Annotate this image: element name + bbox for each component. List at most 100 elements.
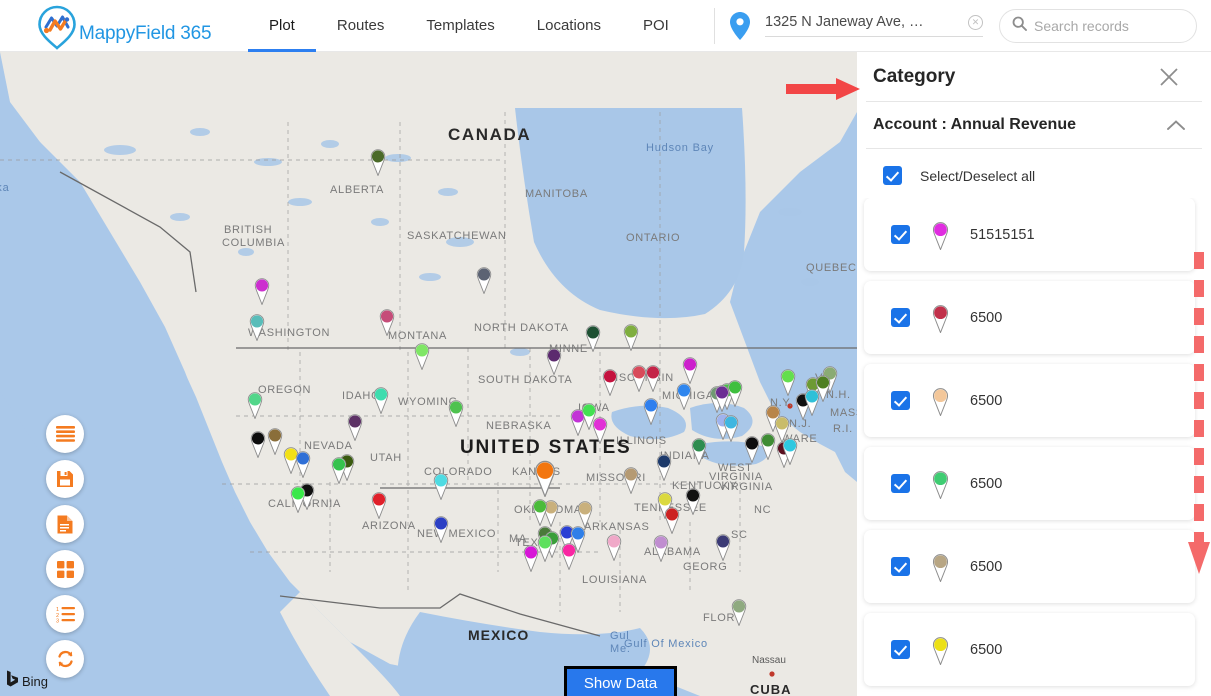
page-title: Category xyxy=(873,65,956,87)
map-pin[interactable] xyxy=(529,497,551,527)
map-pin[interactable] xyxy=(653,452,675,482)
map-pin[interactable] xyxy=(411,341,433,371)
category-list-item[interactable]: 6500 xyxy=(864,281,1195,354)
mappyfield-app: MappyField 365 Plot Routes Templates Loc… xyxy=(0,0,1211,696)
map-pin[interactable] xyxy=(344,412,366,442)
map-pin[interactable] xyxy=(620,322,642,352)
category-pin-icon xyxy=(929,220,952,251)
map-pin[interactable] xyxy=(430,471,452,501)
map-pin[interactable] xyxy=(679,355,701,385)
map-pin[interactable] xyxy=(328,455,350,485)
category-list[interactable]: 51515151 6500 6500 6500 6500 6500 xyxy=(857,198,1211,696)
map-pin[interactable] xyxy=(642,363,664,393)
nav-item-templates[interactable]: Templates xyxy=(405,0,515,52)
map-canvas[interactable]: ska CANADA Hudson Bay ALBERTA MANITOBA S… xyxy=(0,52,857,696)
grid-icon[interactable] xyxy=(46,550,84,588)
category-item-checkbox[interactable] xyxy=(891,225,910,244)
map-pin[interactable] xyxy=(801,387,823,417)
map-pin[interactable] xyxy=(543,346,565,376)
map-pin[interactable] xyxy=(673,381,695,411)
close-icon[interactable] xyxy=(1158,66,1180,88)
category-list-item[interactable]: 6500 xyxy=(864,447,1195,520)
nav-item-routes[interactable]: Routes xyxy=(316,0,406,52)
main-nav: Plot Routes Templates Locations POI xyxy=(248,0,690,52)
map-toolbar: 1 2 3 xyxy=(46,415,84,678)
address-clear-icon[interactable]: ✕ xyxy=(968,14,983,30)
map-pin[interactable] xyxy=(430,514,452,544)
category-item-checkbox[interactable] xyxy=(891,640,910,659)
search-input[interactable] xyxy=(1034,17,1211,34)
map-pin[interactable] xyxy=(712,532,734,562)
map-pin[interactable] xyxy=(473,265,495,295)
category-section-title: Account : Annual Revenue xyxy=(873,116,1076,133)
category-item-checkbox[interactable] xyxy=(891,474,910,493)
map-pin[interactable] xyxy=(589,415,611,445)
location-pin-icon xyxy=(729,11,751,41)
map-pin[interactable] xyxy=(582,323,604,353)
search-box[interactable]: ✕ xyxy=(999,8,1211,43)
map-pin[interactable] xyxy=(599,367,621,397)
map-pin[interactable] xyxy=(661,505,683,535)
annotation-dashed-down-arrow xyxy=(1188,252,1210,581)
nav-item-poi[interactable]: POI xyxy=(622,0,690,52)
map-pin[interactable] xyxy=(688,436,710,466)
map-pin[interactable] xyxy=(620,465,642,495)
category-item-label: 6500 xyxy=(970,309,1003,326)
select-all-label: Select/Deselect all xyxy=(920,167,1036,184)
brand-name: MappyField 365 xyxy=(79,22,212,44)
header-divider xyxy=(714,7,715,44)
map-pin[interactable] xyxy=(728,597,750,627)
map-pin[interactable] xyxy=(251,276,273,306)
category-section-header[interactable]: Account : Annual Revenue xyxy=(866,102,1202,149)
map-pin[interactable] xyxy=(682,486,704,516)
map-pin[interactable] xyxy=(520,543,542,573)
refresh-icon[interactable] xyxy=(46,640,84,678)
category-item-label: 51515151 xyxy=(970,226,1035,243)
map-pin[interactable] xyxy=(370,385,392,415)
map-pin[interactable] xyxy=(292,449,314,479)
select-all-checkbox[interactable] xyxy=(883,166,902,185)
category-panel: Category Account : Annual Revenue Select… xyxy=(857,52,1211,696)
category-list-item[interactable]: 51515151 xyxy=(864,198,1195,271)
category-list-item[interactable]: 6500 xyxy=(864,530,1195,603)
annotation-arrow-to-category xyxy=(786,76,862,107)
map-pin[interactable] xyxy=(368,490,390,520)
show-data-button[interactable]: Show Data xyxy=(564,666,677,696)
category-item-label: 6500 xyxy=(970,641,1003,658)
map-pin[interactable] xyxy=(376,307,398,337)
map-pin[interactable] xyxy=(530,458,560,499)
category-item-label: 6500 xyxy=(970,392,1003,409)
category-item-checkbox[interactable] xyxy=(891,308,910,327)
map-pin[interactable] xyxy=(244,390,266,420)
address-field[interactable]: 1325 N Janeway Ave, … ✕ xyxy=(765,14,983,37)
map-pin[interactable] xyxy=(445,398,467,428)
map-pin[interactable] xyxy=(724,378,746,408)
category-list-item[interactable]: 6500 xyxy=(864,613,1195,686)
bing-attribution[interactable]: Bing xyxy=(6,670,48,692)
category-item-checkbox[interactable] xyxy=(891,557,910,576)
nav-item-locations[interactable]: Locations xyxy=(516,0,622,52)
map-pin[interactable] xyxy=(640,396,662,426)
select-all-row[interactable]: Select/Deselect all xyxy=(857,149,1211,198)
category-item-checkbox[interactable] xyxy=(891,391,910,410)
map-pin[interactable] xyxy=(558,541,580,571)
map-pin[interactable] xyxy=(603,532,625,562)
document-icon[interactable] xyxy=(46,505,84,543)
map-pin[interactable] xyxy=(574,499,596,529)
address-value: 1325 N Janeway Ave, … xyxy=(765,14,924,30)
menu-icon[interactable] xyxy=(46,415,84,453)
chevron-up-icon[interactable] xyxy=(1166,119,1186,132)
map-pin[interactable] xyxy=(720,413,742,443)
category-panel-header: Category xyxy=(866,52,1202,102)
nav-item-plot[interactable]: Plot xyxy=(248,0,316,52)
map-pin[interactable] xyxy=(650,533,672,563)
category-list-item[interactable]: 6500 xyxy=(864,364,1195,437)
map-pin[interactable] xyxy=(287,484,309,514)
map-pin[interactable] xyxy=(367,147,389,177)
map-pin[interactable] xyxy=(771,414,793,444)
numbered-list-icon[interactable]: 1 2 3 xyxy=(46,595,84,633)
brand[interactable]: MappyField 365 xyxy=(0,4,230,50)
map-pin[interactable] xyxy=(246,312,268,342)
save-icon[interactable] xyxy=(46,460,84,498)
category-pin-icon xyxy=(929,303,952,334)
